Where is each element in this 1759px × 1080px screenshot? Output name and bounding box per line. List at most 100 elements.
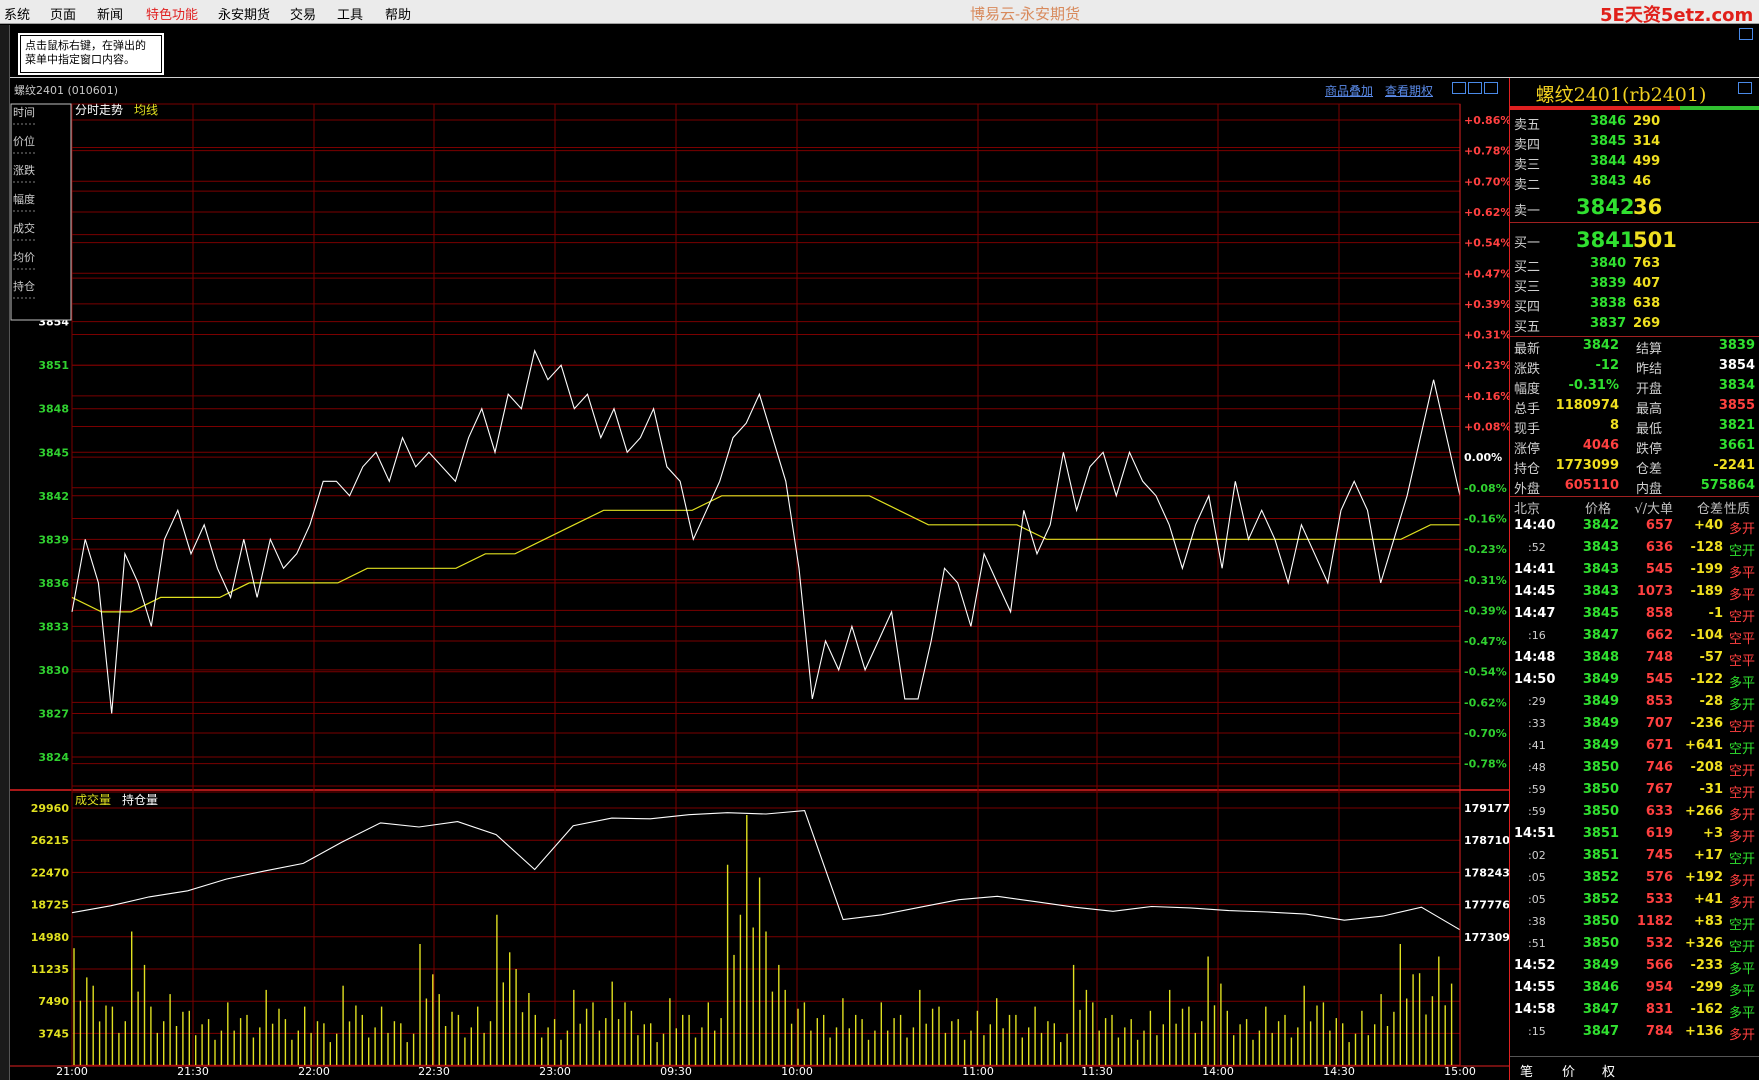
tick-oi-change: -189 [1690,584,1723,599]
tab-0[interactable]: 笔 [1520,1061,1533,1080]
ask-volume: 499 [1633,154,1661,169]
price-frame [71,103,1461,787]
watermark-logo: 5E天资5etz.com [1600,5,1754,26]
oi-tick-label: 1791779 [1464,802,1509,815]
pct-tick-label: -0.31% [1464,574,1507,587]
tick-nature: 空平 [1728,654,1755,669]
ask-price: 3846 [1590,114,1627,129]
tick-oi-change: -28 [1699,694,1724,709]
ask-price: 3845 [1590,134,1627,149]
tick-oi-change: +17 [1694,848,1723,863]
tick-price: 3852 [1582,892,1619,907]
stat-value: -0.31% [1568,378,1620,393]
pct-tick-label: +0.16% [1464,390,1509,403]
tick-nature: 空开 [1728,786,1755,801]
stat-label: 幅度 [1514,382,1541,397]
oi-tick-label: 1782439 [1464,866,1509,879]
stat-value: 1180974 [1555,398,1619,413]
pct-tick-label: +0.39% [1464,298,1509,311]
tick-oi-change: -122 [1690,672,1723,687]
volume-tick-label: 26215 [31,834,69,847]
tick-price: 3849 [1582,958,1619,973]
bid-volume: 407 [1633,276,1661,291]
tick-volume: 532 [1645,936,1673,951]
stat-label: 涨停 [1514,442,1541,457]
tick-nature: 空开 [1728,610,1755,625]
bid-volume: 269 [1633,316,1661,331]
tick-time: :51 [1528,937,1546,950]
tick-volume: 619 [1645,826,1673,841]
tick-oi-change: +136 [1684,1024,1723,1039]
tick-nature: 多平 [1728,984,1755,999]
tick-volume: 545 [1645,562,1673,577]
tick-volume: 545 [1645,672,1673,687]
tick-price: 3847 [1582,628,1619,643]
legend-oi: 持仓量 [122,792,158,807]
bid-label: 买五 [1514,320,1541,335]
volume-tick-label: 22470 [31,866,70,879]
tick-price: 3849 [1582,672,1619,687]
panel-max-icon[interactable] [1738,82,1752,94]
legend-avg: 均线 [134,103,158,117]
tick-time: :33 [1528,717,1546,730]
stat-value: 3854 [1718,358,1755,373]
stat-label: 结算 [1636,342,1663,357]
time-tick: 09:30 [660,1065,692,1078]
info-label: 价位 [13,134,35,148]
orderbook-divider [1510,222,1759,223]
tick-time: 14:45 [1514,584,1556,599]
tick-price: 3849 [1582,738,1619,753]
volume-tick-label: 7490 [38,995,69,1008]
tick-price: 3843 [1582,584,1619,599]
price-tick-label: 3836 [38,577,69,590]
price-tick-label: 3851 [38,359,69,372]
stat-label: 跌停 [1636,442,1663,457]
price-tick-label: 3842 [38,490,69,503]
maximize-icon[interactable] [1739,28,1753,40]
tick-nature: 多开 [1728,522,1755,537]
tick-price: 3849 [1582,694,1619,709]
tick-volume: 1182 [1636,914,1673,929]
bid-label: 买二 [1514,260,1541,275]
pct-tick-label: +0.78% [1464,145,1509,158]
intraday-chart[interactable]: 21:00 21:30 22:00 22:30 23:00 09:30 10:00 11:00… [0,0,1509,1080]
tick-price: 3850 [1582,914,1619,929]
stat-value: 3855 [1718,398,1755,413]
volume-tick-label: 14980 [31,931,70,944]
ticks-divider [1510,496,1759,497]
time-tick: 11:30 [1081,1065,1113,1078]
avg-price-line [71,495,1460,613]
tick-header: √/大单 [1634,502,1673,517]
tick-price: 3850 [1582,782,1619,797]
tick-oi-change: -208 [1690,760,1723,775]
tab-1[interactable]: 价 [1562,1061,1575,1080]
pct-tick-label: -0.70% [1464,727,1507,740]
tick-nature: 多开 [1728,874,1755,889]
pct-tick-label: +0.47% [1464,267,1509,280]
time-tick: 22:30 [418,1065,450,1078]
tab-2[interactable]: 权 [1602,1061,1615,1080]
tick-price: 3849 [1582,716,1619,731]
tick-volume: 954 [1645,980,1673,995]
pct-tick-label: +0.62% [1464,206,1509,219]
tick-price: 3852 [1582,870,1619,885]
ask-volume: 290 [1633,114,1661,129]
tick-price: 3845 [1582,606,1619,621]
tick-price: 3843 [1582,562,1619,577]
stat-value: -2241 [1713,458,1755,473]
tick-time: :48 [1528,761,1546,774]
tick-time: :59 [1528,805,1546,818]
tick-price: 3846 [1582,980,1619,995]
tick-price: 3851 [1582,848,1619,863]
time-tick: 23:00 [539,1065,571,1078]
ask-label: 卖四 [1514,138,1541,153]
stat-value: 1773099 [1555,458,1619,473]
info-label: 时间 [13,106,35,119]
tick-time: 14:50 [1514,672,1556,687]
tick-volume: 858 [1645,606,1673,621]
tick-volume: 746 [1645,760,1673,775]
tick-nature: 多开 [1728,698,1755,713]
tick-time: :05 [1528,871,1546,884]
tick-price: 3842 [1582,518,1619,533]
tick-oi-change: -31 [1699,782,1724,797]
